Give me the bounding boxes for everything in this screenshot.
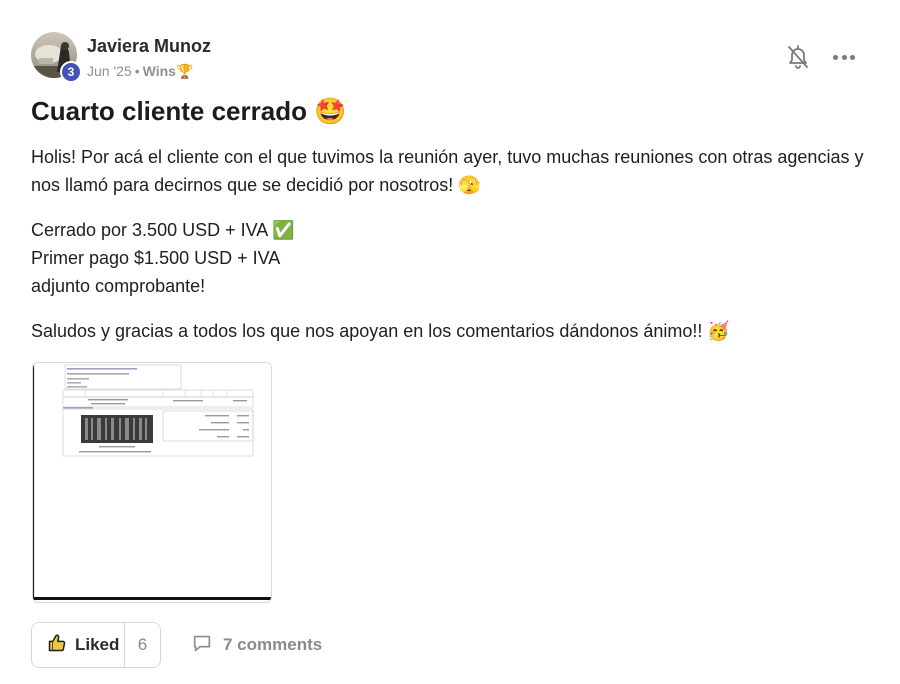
post-meta: Jun '25 • Wins🏆 bbox=[87, 63, 193, 80]
like-count[interactable]: 6 bbox=[125, 623, 160, 667]
author-name[interactable]: Javiera Munoz bbox=[87, 36, 211, 57]
post-date[interactable]: Jun '25 bbox=[87, 63, 132, 79]
post-line: Primer pago $1.500 USD + IVA bbox=[31, 248, 281, 268]
post-category[interactable]: Wins🏆 bbox=[143, 63, 194, 79]
more-dot bbox=[833, 54, 838, 60]
post-line: adjunto comprobante! bbox=[31, 276, 206, 296]
like-group: Liked 6 bbox=[31, 622, 161, 668]
more-dot bbox=[850, 54, 855, 60]
like-button[interactable]: Liked bbox=[32, 623, 125, 667]
post-title: Cuarto cliente cerrado 🤩 bbox=[31, 96, 347, 126]
post-paragraph: Cerrado por 3.500 USD + IVA ✅ Primer pag… bbox=[31, 216, 876, 300]
post-footer: Liked 6 7 comments bbox=[31, 622, 631, 668]
more-dot bbox=[841, 54, 847, 60]
attachment-thumbnail[interactable] bbox=[32, 362, 272, 603]
post-line: Cerrado por 3.500 USD + IVA ✅ bbox=[31, 220, 295, 240]
avatar-container[interactable]: 3 bbox=[31, 32, 82, 83]
post-paragraph: Holis! Por acá el cliente con el que tuv… bbox=[31, 147, 864, 195]
thumbs-up-icon bbox=[47, 633, 67, 658]
post-body: Holis! Por acá el cliente con el que tuv… bbox=[31, 143, 876, 362]
post-header: 3 Javiera Munoz Jun '25 • Wins🏆 bbox=[31, 32, 871, 83]
meta-separator: • bbox=[134, 63, 140, 79]
comment-icon bbox=[191, 632, 213, 659]
comments-button[interactable]: 7 comments bbox=[191, 622, 322, 668]
like-label: Liked bbox=[75, 635, 120, 654]
post-paragraph: Saludos y gracias a todos los que nos ap… bbox=[31, 321, 730, 341]
more-horizontal-icon[interactable] bbox=[833, 46, 855, 68]
level-badge: 3 bbox=[60, 61, 82, 83]
comments-label: 7 comments bbox=[223, 635, 323, 654]
invoice-preview-image bbox=[33, 363, 271, 602]
bell-off-icon[interactable] bbox=[786, 44, 810, 70]
